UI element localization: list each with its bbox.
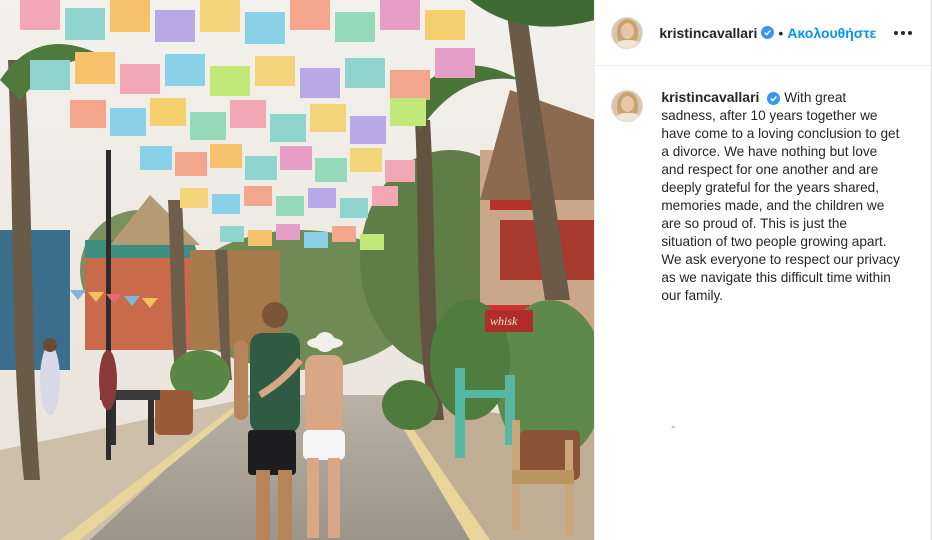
verified-badge-icon bbox=[761, 26, 775, 39]
follow-button[interactable]: Ακολουθήστε bbox=[787, 25, 876, 41]
more-options-icon[interactable] bbox=[891, 21, 915, 45]
post-photo[interactable]: whisk bbox=[0, 0, 595, 540]
avatar[interactable] bbox=[611, 16, 644, 49]
verified-badge-icon bbox=[767, 92, 781, 105]
caption-username[interactable]: kristincavallari bbox=[661, 89, 759, 105]
instagram-post: whisk kristincavallari • Ακολουθήστε kri… bbox=[0, 0, 932, 540]
stray-quote-mark: " bbox=[671, 425, 675, 436]
post-side-panel: kristincavallari • Ακολουθήστε kristinca… bbox=[594, 0, 931, 540]
caption-avatar[interactable] bbox=[611, 90, 644, 122]
post-username[interactable]: kristincavallari bbox=[659, 25, 757, 41]
shop-sign-text: whisk bbox=[490, 314, 518, 328]
caption-text: With great sadness, after 10 years toget… bbox=[661, 90, 900, 303]
caption-body: kristincavallari With great sadness, aft… bbox=[661, 88, 901, 305]
separator-dot: • bbox=[778, 24, 784, 41]
post-header: kristincavallari • Ακολουθήστε bbox=[595, 0, 931, 66]
street-scene-image: whisk bbox=[0, 0, 595, 540]
post-caption: kristincavallari With great sadness, aft… bbox=[595, 66, 931, 305]
